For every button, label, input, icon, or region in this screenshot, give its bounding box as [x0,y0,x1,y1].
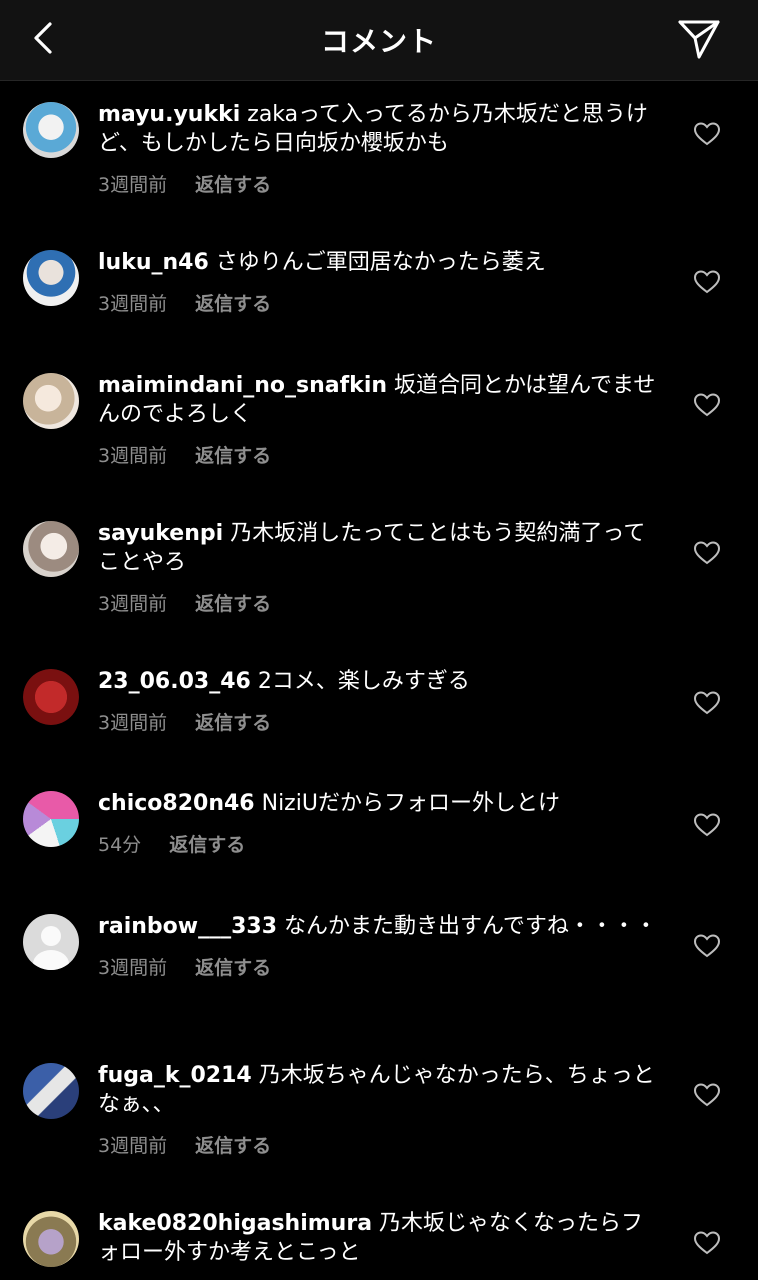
comment-username[interactable]: fuga_k_0214 [98,1063,252,1088]
comment-time: 3週間前 [98,445,168,467]
comment-text: kake0820higashimura 乃木坂じゃなくなったらフォロー外すか考えと… [98,1209,658,1267]
comment-username[interactable]: rainbow___333 [98,914,277,939]
comment-username[interactable]: maimindani_no_snafkin [98,373,387,398]
comment-meta: 3週間前 返信する [98,441,658,468]
comment-body: NiziUだからフォロー外しとけ [261,791,560,816]
avatar[interactable] [23,250,79,306]
reply-button[interactable]: 返信する [169,834,245,856]
heart-icon[interactable] [694,541,720,565]
comment-meta: 54分 返信する [98,830,658,857]
avatar[interactable] [23,1211,79,1267]
comment-text: rainbow___333 なんかまた動き出すんですね・・・・ [98,912,658,941]
comment-meta: 3週間前 返信する [98,953,658,980]
heart-icon[interactable] [694,270,720,294]
avatar[interactable] [23,521,79,577]
comment-meta: 3週間前 返信する [98,708,658,735]
avatar[interactable] [23,102,79,158]
heart-icon[interactable] [694,934,720,958]
reply-button[interactable]: 返信する [195,293,271,315]
comment-time: 54分 [98,834,142,856]
reply-button[interactable]: 返信する [195,1135,271,1157]
heart-icon[interactable] [694,122,720,146]
comment-username[interactable]: 23_06.03_46 [98,669,251,694]
comment-username[interactable]: mayu.yukki [98,102,240,127]
avatar[interactable] [23,1063,79,1119]
comment-body: なんかまた動き出すんですね・・・・ [284,914,657,939]
comment-time: 3週間前 [98,593,168,615]
comment-time: 3週間前 [98,174,168,196]
reply-button[interactable]: 返信する [195,174,271,196]
comment-text: sayukenpi 乃木坂消したってことはもう契約満了ってことやろ [98,519,658,577]
comment-body: さゆりんご軍団居なかったら萎え [215,250,546,275]
comment-text: mayu.yukki zakaって入ってるから乃木坂だと思うけど、もしかしたら日向… [98,100,658,158]
top-bar: コメント [0,0,758,81]
reply-button[interactable]: 返信する [195,957,271,979]
avatar[interactable] [23,791,79,847]
comment-text: 23_06.03_46 2コメ、楽しみすぎる [98,667,658,696]
comment-meta: 3週間前 返信する [98,289,658,316]
comment-meta: 3週間前 返信する [98,170,658,197]
comment-username[interactable]: sayukenpi [98,521,223,546]
share-button[interactable] [676,16,722,62]
page-title: コメント [320,25,437,58]
comment-time: 3週間前 [98,1135,168,1157]
reply-button[interactable]: 返信する [195,593,271,615]
comment-username[interactable]: luku_n46 [98,250,209,275]
avatar[interactable] [23,914,79,970]
heart-icon[interactable] [694,393,720,417]
comment-meta: 3週間前 返信する [98,589,658,616]
comment-text: maimindani_no_snafkin 坂道合同とかは望んでませんのでよろしく [98,371,658,429]
reply-button[interactable]: 返信する [195,445,271,467]
comment-body: 2コメ、楽しみすぎる [257,669,470,694]
comment-time: 3週間前 [98,957,168,979]
comment-username[interactable]: kake0820higashimura [98,1211,372,1236]
heart-icon[interactable] [694,1231,720,1255]
comment-username[interactable]: chico820n46 [98,791,255,816]
default-avatar-icon [33,926,69,970]
comment-time: 3週間前 [98,712,168,734]
avatar[interactable] [23,669,79,725]
reply-button[interactable]: 返信する [195,712,271,734]
comment-text: chico820n46 NiziUだからフォロー外しとけ [98,789,658,818]
comment-text: luku_n46 さゆりんご軍団居なかったら萎え [98,248,658,277]
avatar[interactable] [23,373,79,429]
heart-icon[interactable] [694,691,720,715]
heart-icon[interactable] [694,1083,720,1107]
comment-time: 3週間前 [98,293,168,315]
heart-icon[interactable] [694,813,720,837]
comment-text: fuga_k_0214 乃木坂ちゃんじゃなかったら、ちょっとなぁ、、 [98,1061,658,1119]
comment-meta: 3週間前 返信する [98,1131,658,1158]
paper-plane-icon [678,20,720,59]
